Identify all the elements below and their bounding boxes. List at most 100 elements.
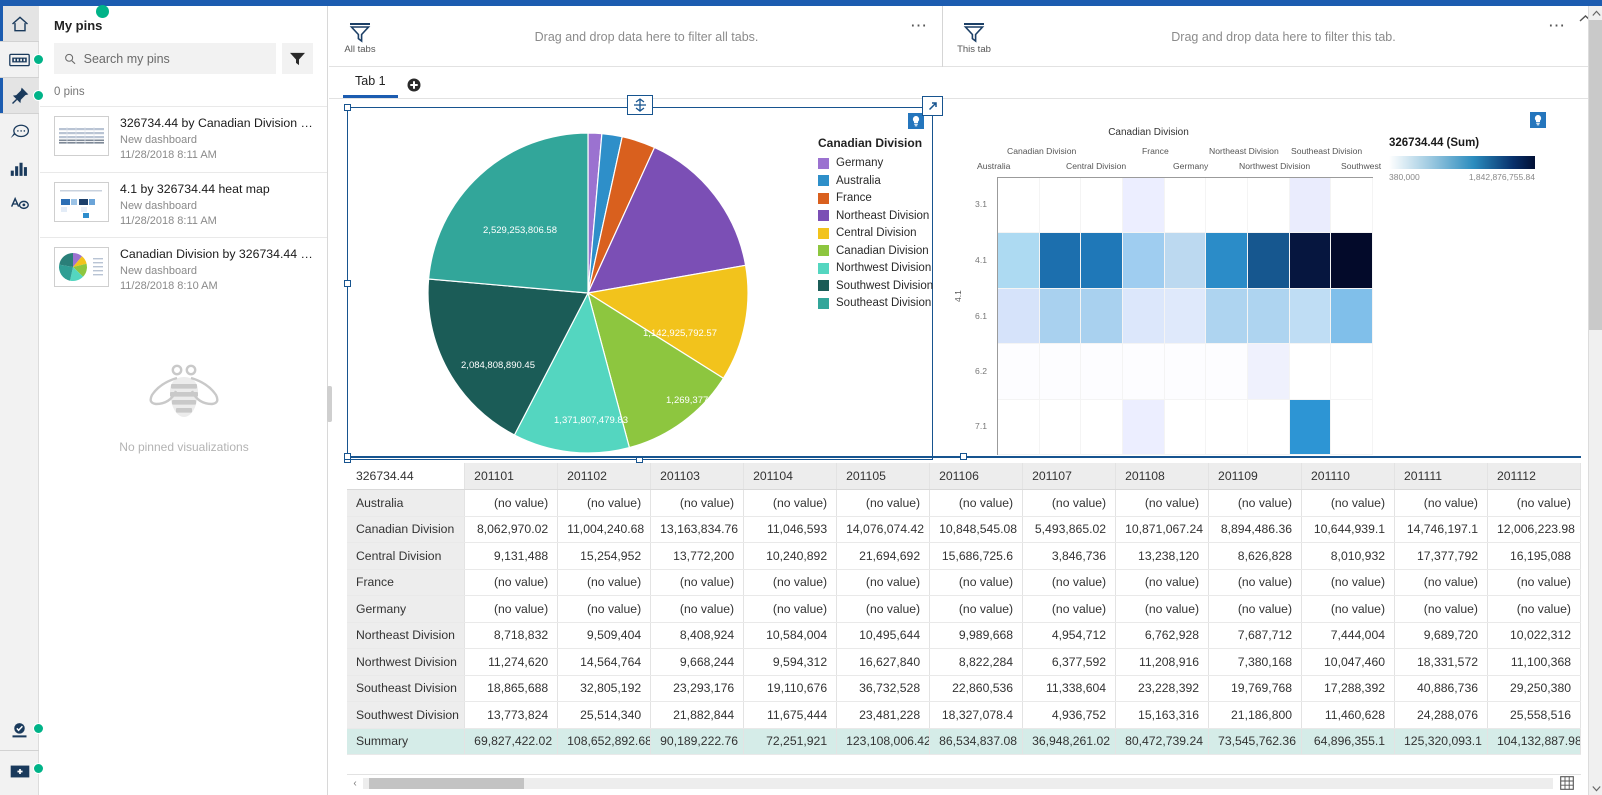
table-summary-cell[interactable]: 104,132,887.98 [1488, 728, 1581, 755]
heatmap-cell[interactable] [1123, 344, 1165, 399]
table-cell[interactable]: (no value) [651, 569, 744, 596]
table-cell[interactable]: 24,288,076 [1395, 702, 1488, 729]
table-col-header[interactable]: 201111 [1395, 463, 1488, 490]
heatmap-cell[interactable] [1290, 289, 1332, 344]
scroll-up-arrow[interactable] [1589, 6, 1602, 20]
table-summary-cell[interactable]: 64,896,355.1 [1302, 728, 1395, 755]
heatmap-cell[interactable] [1081, 178, 1123, 233]
heatmap-cell[interactable] [1040, 344, 1082, 399]
table-row[interactable]: France (no value) (no value) (no value) … [347, 569, 1581, 596]
table-cell[interactable]: 11,675,444 [744, 702, 837, 729]
resize-handle-top-left[interactable] [344, 453, 351, 460]
heatmap-cell[interactable] [1248, 233, 1290, 288]
table-row-header[interactable]: Southwest Division [347, 702, 465, 729]
table-cell[interactable]: 36,732,528 [837, 675, 930, 702]
table-summary-cell[interactable]: 69,827,422.02 [465, 728, 558, 755]
table-col-header[interactable]: 201102 [558, 463, 651, 490]
table-cell[interactable]: 25,558,516 [1488, 702, 1581, 729]
table-cell[interactable]: 9,689,720 [1395, 622, 1488, 649]
table-row-header[interactable]: Canadian Division [347, 516, 465, 543]
table-cell[interactable]: 23,481,228 [837, 702, 930, 729]
table-cell[interactable]: (no value) [1209, 569, 1302, 596]
table-summary-cell[interactable]: 80,472,739.24 [1116, 728, 1209, 755]
heatmap-cell[interactable] [1165, 233, 1207, 288]
table-cell[interactable]: (no value) [1302, 490, 1395, 517]
table-cell[interactable]: 17,377,792 [1395, 543, 1488, 570]
heatmap-cell[interactable] [998, 233, 1040, 288]
legend-item[interactable]: Canadian Division [818, 245, 933, 257]
heatmap-cell[interactable] [1040, 178, 1082, 233]
table-col-header[interactable]: 201112 [1488, 463, 1581, 490]
heatmap-cell[interactable] [1206, 178, 1248, 233]
table-col-header[interactable]: 201101 [465, 463, 558, 490]
heatmap-cell[interactable] [1248, 344, 1290, 399]
heatmap-grid[interactable] [997, 177, 1373, 455]
table-cell[interactable]: (no value) [1116, 569, 1209, 596]
table-row[interactable]: Germany (no value) (no value) (no value)… [347, 596, 1581, 623]
table-cell[interactable]: 11,274,620 [465, 649, 558, 676]
all-tabs-filter-bar[interactable]: All tabs Drag and drop data here to filt… [329, 6, 943, 67]
table-cell[interactable]: 10,584,004 [744, 622, 837, 649]
table-cell[interactable]: (no value) [1209, 490, 1302, 517]
table-col-header[interactable]: 201108 [1116, 463, 1209, 490]
table-cell[interactable]: (no value) [465, 596, 558, 623]
heatmap-cell[interactable] [1248, 400, 1290, 455]
heatmap-cell[interactable] [1206, 400, 1248, 455]
heatmap-cell[interactable] [998, 178, 1040, 233]
scroll-thumb[interactable] [1589, 20, 1602, 330]
heatmap-cell[interactable] [1331, 289, 1373, 344]
table-cell[interactable]: (no value) [558, 569, 651, 596]
table-cell[interactable]: 10,848,545.08 [930, 516, 1023, 543]
heatmap-cell[interactable] [1081, 289, 1123, 344]
table-row[interactable]: Canadian Division 8,062,970.02 11,004,24… [347, 516, 1581, 543]
table-cell[interactable]: 7,380,168 [1209, 649, 1302, 676]
table-cell[interactable]: 14,746,197.1 [1395, 516, 1488, 543]
heatmap-cell[interactable] [1165, 289, 1207, 344]
scroll-left-arrow[interactable]: ‹ [347, 778, 363, 789]
table-summary-cell[interactable]: 108,652,892.68 [558, 728, 651, 755]
table-row-header[interactable]: France [347, 569, 465, 596]
table-cell[interactable]: (no value) [1395, 490, 1488, 517]
crosstab-widget[interactable]: 326734.44 201101 201102 201103 201104 20… [347, 463, 1581, 793]
table-cell[interactable]: 8,062,970.02 [465, 516, 558, 543]
table-cell[interactable]: 3,846,736 [1023, 543, 1116, 570]
crosstab-table[interactable]: 326734.44 201101 201102 201103 201104 20… [347, 463, 1581, 755]
legend-item[interactable]: Central Division [818, 227, 933, 239]
table-cell[interactable]: (no value) [1116, 490, 1209, 517]
legend-item[interactable]: Southwest Division [818, 280, 933, 292]
heatmap-cell[interactable] [1040, 233, 1082, 288]
table-cell[interactable]: 19,110,676 [744, 675, 837, 702]
table-cell[interactable]: 5,493,865.02 [1023, 516, 1116, 543]
heatmap-cell[interactable] [1248, 178, 1290, 233]
table-corner-header[interactable]: 326734.44 [347, 463, 465, 490]
table-cell[interactable]: (no value) [1488, 490, 1581, 517]
rail-item-home[interactable] [0, 6, 39, 42]
scroll-down-arrow[interactable] [1589, 781, 1602, 795]
table-col-header[interactable]: 201105 [837, 463, 930, 490]
table-cell[interactable]: (no value) [837, 596, 930, 623]
table-summary-row[interactable]: Summary 69,827,422.02 108,652,892.68 90,… [347, 728, 1581, 755]
table-cell[interactable]: 9,594,312 [744, 649, 837, 676]
pie-expand-button[interactable] [922, 96, 943, 116]
table-cell[interactable]: (no value) [465, 569, 558, 596]
table-cell[interactable]: (no value) [465, 490, 558, 517]
legend-item[interactable]: France [818, 192, 933, 204]
rail-item-pins[interactable] [0, 78, 39, 114]
this-tab-menu-button[interactable]: ⋯ [1548, 16, 1566, 36]
heatmap-cell[interactable] [1081, 400, 1123, 455]
table-cell[interactable]: 18,327,078.4 [930, 702, 1023, 729]
table-cell[interactable]: 25,514,340 [558, 702, 651, 729]
table-cell[interactable]: (no value) [744, 490, 837, 517]
table-cell[interactable]: 10,047,460 [1302, 649, 1395, 676]
heatmap-cell[interactable] [998, 289, 1040, 344]
rail-item-data[interactable] [0, 42, 39, 78]
table-cell[interactable]: 8,894,486.36 [1209, 516, 1302, 543]
table-cell[interactable]: 16,195,088 [1488, 543, 1581, 570]
table-cell[interactable]: 6,762,928 [1116, 622, 1209, 649]
table-cell[interactable]: 4,936,752 [1023, 702, 1116, 729]
resize-handle-top-left[interactable] [344, 104, 351, 111]
table-cell[interactable]: 32,805,192 [558, 675, 651, 702]
table-cell[interactable]: 7,687,712 [1209, 622, 1302, 649]
table-cell[interactable]: 4,954,712 [1023, 622, 1116, 649]
table-summary-cell[interactable]: 36,948,261.02 [1023, 728, 1116, 755]
